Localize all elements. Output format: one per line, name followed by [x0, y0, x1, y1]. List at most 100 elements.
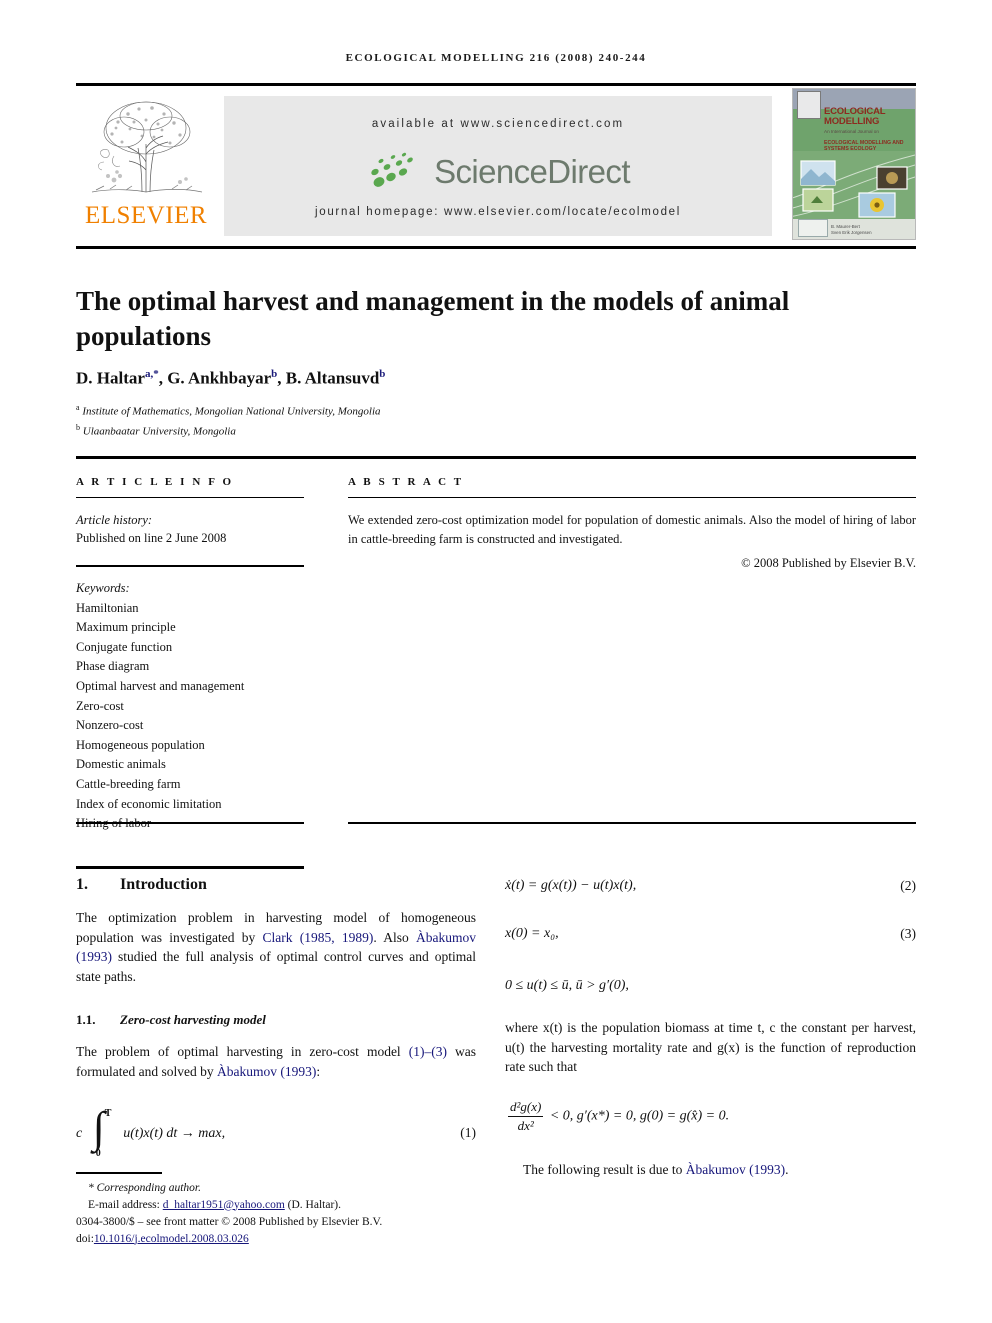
sciencedirect-wordmark: ScienceDirect [434, 153, 630, 190]
elsevier-wordmark: ELSEVIER [84, 202, 208, 229]
equation-1-number: (1) [460, 1125, 476, 1140]
cover-title-line2: MODELLING [824, 116, 880, 127]
info-bottom-rule [76, 822, 304, 824]
closing-text-a: The following result is due to [523, 1161, 686, 1177]
cover-subtitle: An International Journal on [824, 129, 879, 134]
elsevier-logo: ELSEVIER [76, 90, 216, 238]
cover-editor-1: B. Maurer-Bert [831, 224, 860, 230]
keyword-item: Zero-cost [76, 698, 124, 713]
keyword-item: Domestic animals [76, 757, 166, 772]
intro-text-b: . Also [373, 929, 416, 945]
abstract-heading: A B S T R A C T [348, 476, 464, 488]
cover-artwork [793, 151, 915, 221]
article-info-column: A R T I C L E I N F O Article history: P… [76, 476, 304, 834]
subsection-number: 1.1. [76, 1012, 96, 1027]
sciencedirect-logo: ScienceDirect [224, 148, 772, 196]
keywords-rule [76, 565, 304, 567]
keyword-item: Phase diagram [76, 659, 150, 674]
title-bottom-rule [76, 456, 916, 459]
intro-paragraph: The optimization problem in harvesting m… [76, 908, 476, 986]
fraction-denominator: dx² [517, 1117, 534, 1133]
body-right-column: ẋ(t) = g(x(t)) − u(t)x(t), (2) x(0) = x₀… [505, 876, 916, 1179]
keyword-item: Nonzero-cost [76, 718, 144, 733]
equation-1-lead: c [76, 1126, 83, 1142]
fraction-numerator: d²g(x) [508, 1099, 544, 1117]
masthead-bottom-rule [76, 246, 916, 249]
constraint-equation: 0 ≤ u(t) ≤ ū, ū > g′(0), [505, 978, 916, 994]
page-title: The optimal harvest and management in th… [76, 286, 790, 352]
cover-title: ECOLOGICAL MODELLING [824, 107, 912, 127]
article-history: Article history: Published on line 2 Jun… [76, 511, 304, 547]
paper-page: ECOLOGICAL MODELLING 216 (2008) 240-244 [0, 0, 992, 1323]
equation-3-text: x(0) = x₀, [505, 926, 559, 941]
corresponding-author-note: * Corresponding author. [88, 1182, 201, 1194]
affiliation-a: Institute of Mathematics, Mongolian Nati… [82, 405, 381, 418]
equation-4: d²g(x) dx² < 0, g′(x*) = 0, g(0) = g(x̂)… [505, 1099, 916, 1134]
keywords-label: Keywords: [76, 581, 130, 595]
keyword-item: Hamiltonian [76, 600, 139, 615]
email-suffix: (D. Haltar). [284, 1198, 341, 1211]
keyword-item: Optimal harvest and management [76, 678, 245, 693]
author-list: D. Haltara,*, G. Ankhbayarb, B. Altansuv… [76, 368, 386, 388]
integral-symbol: ∫ T 0 [86, 1106, 120, 1160]
journal-cover-thumbnail: ECOLOGICAL MODELLING An International Jo… [792, 88, 916, 240]
abstract-text: We extended zero-cost optimization model… [348, 513, 916, 546]
header-rule [76, 83, 916, 86]
doi-link[interactable]: 10.1016/j.ecolmodel.2008.03.026 [94, 1233, 249, 1245]
zero-cost-text-c: : [316, 1063, 321, 1079]
email-label: E-mail address: [88, 1198, 163, 1211]
article-history-value: Published on line 2 June 2008 [76, 531, 227, 545]
equation-1-integrand: u(t)x(t) dt → max, [123, 1126, 226, 1142]
equation-3: x(0) = x₀, (3) [505, 926, 916, 942]
integral-lower-limit: 0 [95, 1148, 101, 1159]
subsection-heading-zero-cost: 1.1. Zero-cost harvesting model [76, 1012, 476, 1028]
sciencedirect-leaf-icon [371, 152, 413, 187]
section-heading-introduction: 1. Introduction [76, 876, 476, 894]
affiliation-b: Ulaanbaatar University, Mongolia [82, 425, 236, 438]
journal-homepage-text: journal homepage: www.elsevier.com/locat… [314, 206, 682, 218]
email-link[interactable]: d_haltar1951@yahoo.com [163, 1199, 285, 1211]
where-paragraph: where x(t) is the population biomass at … [505, 1020, 916, 1074]
doi-label: doi: [76, 1232, 94, 1245]
keywords-block: Keywords: Hamiltonian Maximum principle … [76, 579, 304, 834]
integral-upper-limit: T [104, 1108, 112, 1119]
section-number: 1. [76, 876, 88, 893]
equation-4-rest: < 0, g′(x*) = 0, g(0) = g(x̂) = 0. [549, 1108, 730, 1124]
citation-clark[interactable]: Clark (1985, 1989) [262, 930, 373, 945]
intro-text-c: studied the full analysis of optimal con… [76, 949, 476, 984]
cover-editors: B. Maurer-Bert Sven Erik Jorgensen [831, 224, 872, 235]
sciencedirect-band: available at www.sciencedirect.com Scien… [224, 96, 772, 236]
issn-line: 0304-3800/$ – see front matter © 2008 Pu… [76, 1216, 383, 1228]
constraint-text: 0 ≤ u(t) ≤ ū, ū > g′(0), [505, 978, 629, 993]
running-head: ECOLOGICAL MODELLING 216 (2008) 240-244 [345, 52, 647, 64]
available-at-text: available at www.sciencedirect.com [371, 118, 625, 130]
tree-drawing [84, 92, 208, 200]
citation-abakumov[interactable]: Àbakumov (1993) [686, 1162, 785, 1177]
section-title: Introduction [120, 876, 207, 893]
body-left-column: 1. Introduction The optimization problem … [76, 876, 476, 1160]
keyword-item: Maximum principle [76, 620, 176, 635]
elsevier-tree-icon [84, 92, 208, 200]
equation-3-number: (3) [900, 926, 916, 941]
affiliations: a Institute of Mathematics, Mongolian Na… [76, 403, 381, 438]
masthead: ELSEVIER available at www.sciencedirect.… [76, 88, 916, 240]
subsection-title: Zero-cost harvesting model [120, 1012, 266, 1027]
article-info-rule [76, 497, 304, 498]
doi-line: doi:10.1016/j.ecolmodel.2008.03.026 [76, 1233, 249, 1245]
footnote-rule [76, 1172, 162, 1174]
abstract-bottom-rule [348, 822, 916, 824]
closing-paragraph: The following result is due to Àbakumov … [505, 1160, 916, 1180]
keyword-item: Conjugate function [76, 639, 173, 654]
equation-2: ẋ(t) = g(x(t)) − u(t)x(t), (2) [505, 878, 916, 894]
cover-publisher-badge [797, 91, 821, 119]
equation-reference-1-3[interactable]: (1)–(3) [409, 1044, 447, 1059]
zero-cost-text-a: The problem of optimal harvesting in zer… [76, 1044, 409, 1059]
citation-abakumov[interactable]: Àbakumov (1993) [217, 1064, 316, 1079]
second-derivative-fraction: d²g(x) dx² [508, 1099, 544, 1134]
keyword-item: Homogeneous population [76, 737, 205, 752]
article-history-label: Article history: [76, 513, 153, 527]
zero-cost-paragraph: The problem of optimal harvesting in zer… [76, 1042, 476, 1081]
closing-text-b: . [785, 1161, 789, 1177]
email-line: E-mail address: d_haltar1951@yahoo.com (… [76, 1197, 476, 1214]
equation-1: c ∫ T 0 u(t)x(t) dt → max, (1) [76, 1106, 476, 1160]
